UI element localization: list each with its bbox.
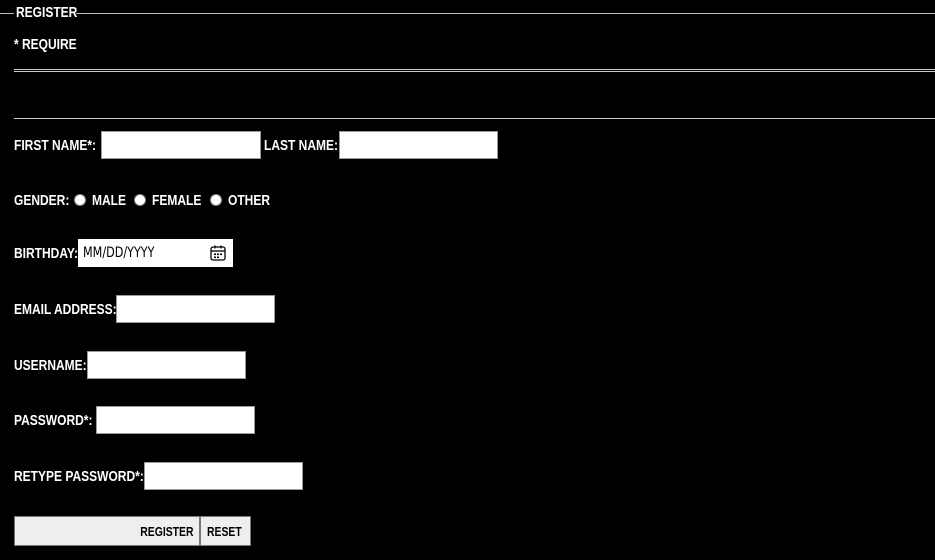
- password-label: PASSWORD*:: [14, 411, 93, 429]
- username-row: USERNAME:: [14, 350, 246, 380]
- birthday-input[interactable]: MM/DD/YYYY: [78, 239, 233, 267]
- first-name-input[interactable]: [101, 131, 261, 159]
- divider: [14, 118, 935, 119]
- first-name-label: FIRST NAME*:: [14, 136, 96, 154]
- email-input[interactable]: [116, 295, 275, 323]
- last-name-input[interactable]: [339, 131, 498, 159]
- fieldset-border-top: [76, 13, 935, 14]
- password-input[interactable]: [96, 406, 255, 434]
- gender-male-label[interactable]: MALE: [92, 185, 134, 215]
- reset-button[interactable]: RESET: [200, 516, 251, 546]
- register-button[interactable]: REGISTER: [14, 516, 200, 546]
- birthday-label: BIRTHDAY:: [14, 244, 79, 262]
- gender-other-label[interactable]: OTHER: [228, 185, 278, 215]
- button-row: REGISTER RESET: [14, 516, 251, 546]
- divider-double: [14, 69, 935, 72]
- gender-male-radio[interactable]: [74, 194, 86, 206]
- email-label: EMAIL ADDRESS:: [14, 300, 117, 318]
- fieldset-border-left: [0, 13, 14, 14]
- fieldset-legend: REGISTER: [16, 4, 78, 21]
- gender-female-radio[interactable]: [134, 194, 146, 206]
- last-name-label: LAST NAME:: [264, 136, 338, 154]
- birthday-placeholder: MM/DD/YYYY: [83, 245, 155, 261]
- password-row: PASSWORD*:: [14, 405, 255, 435]
- retype-password-row: RETYPE PASSWORD*:: [14, 461, 303, 491]
- retype-password-label: RETYPE PASSWORD*:: [14, 467, 144, 485]
- username-input[interactable]: [87, 351, 246, 379]
- gender-label: GENDER:: [14, 191, 70, 209]
- gender-row: GENDER: MALE FEMALE OTHER: [14, 185, 278, 215]
- email-row: EMAIL ADDRESS:: [14, 294, 275, 324]
- retype-password-input[interactable]: [144, 462, 303, 490]
- gender-female-label[interactable]: FEMALE: [152, 185, 210, 215]
- username-label: USERNAME:: [14, 356, 87, 374]
- name-row: FIRST NAME*: LAST NAME:: [14, 130, 498, 160]
- birthday-row: BIRTHDAY: MM/DD/YYYY: [14, 238, 233, 268]
- require-note: * REQUIRE: [14, 36, 77, 53]
- gender-other-radio[interactable]: [210, 194, 222, 206]
- calendar-icon[interactable]: [210, 245, 226, 261]
